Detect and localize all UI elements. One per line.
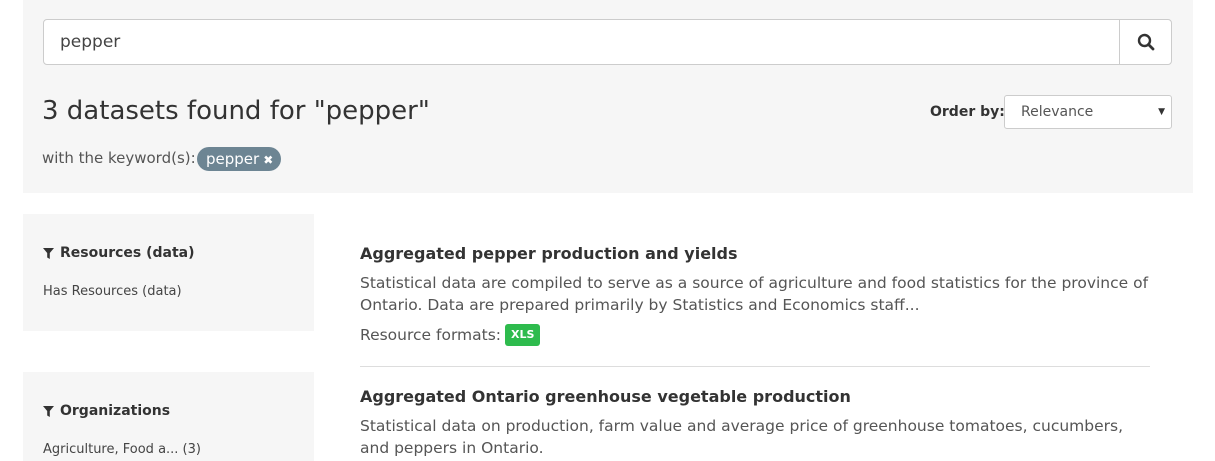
search-input[interactable] bbox=[44, 20, 1120, 64]
facet-title: Resources (data) bbox=[43, 245, 195, 261]
facet-title-label: Organizations bbox=[60, 403, 171, 419]
resource-formats-label: Resource formats: bbox=[360, 326, 502, 344]
format-badge-xls[interactable]: XLS bbox=[505, 324, 541, 346]
filter-icon bbox=[43, 247, 54, 259]
facet-item-has-resources[interactable]: Has Resources (data) bbox=[43, 284, 182, 299]
order-by-select[interactable]: Relevance ▼ bbox=[1004, 95, 1172, 129]
order-by-value: Relevance bbox=[1021, 104, 1094, 120]
search-panel: 3 datasets found for "pepper" Order by: … bbox=[23, 0, 1193, 193]
dataset-item: Aggregated Ontario greenhouse vegetable … bbox=[360, 386, 1150, 459]
results-heading: 3 datasets found for "pepper" bbox=[42, 96, 430, 126]
caret-down-icon: ▼ bbox=[1158, 107, 1165, 117]
keyword-label: with the keyword(s): bbox=[42, 149, 196, 167]
search-icon bbox=[1137, 33, 1154, 51]
dataset-item: Aggregated pepper production and yields … bbox=[360, 243, 1150, 367]
facet-title-label: Resources (data) bbox=[60, 245, 195, 261]
keyword-pill[interactable]: pepper ✖ bbox=[197, 147, 282, 171]
search-box bbox=[43, 19, 1172, 65]
filter-icon bbox=[43, 405, 54, 417]
order-by-label: Order by: bbox=[930, 104, 1005, 120]
keyword-pill-label: pepper bbox=[206, 149, 260, 168]
close-icon[interactable]: ✖ bbox=[263, 154, 273, 166]
search-button[interactable] bbox=[1119, 20, 1171, 64]
facet-organizations: Organizations Agriculture, Food a... (3) bbox=[23, 372, 314, 461]
dataset-title-link[interactable]: Aggregated Ontario greenhouse vegetable … bbox=[360, 386, 1150, 408]
dataset-description: Statistical data on production, farm val… bbox=[360, 417, 1124, 457]
facet-resources: Resources (data) Has Resources (data) bbox=[23, 214, 314, 331]
dataset-description: Statistical data are compiled to serve a… bbox=[360, 274, 1149, 314]
resource-formats: Resource formats: XLS bbox=[360, 324, 1150, 346]
facet-item-organization[interactable]: Agriculture, Food a... (3) bbox=[43, 442, 201, 457]
facet-title: Organizations bbox=[43, 403, 170, 419]
dataset-title-link[interactable]: Aggregated pepper production and yields bbox=[360, 243, 1150, 265]
